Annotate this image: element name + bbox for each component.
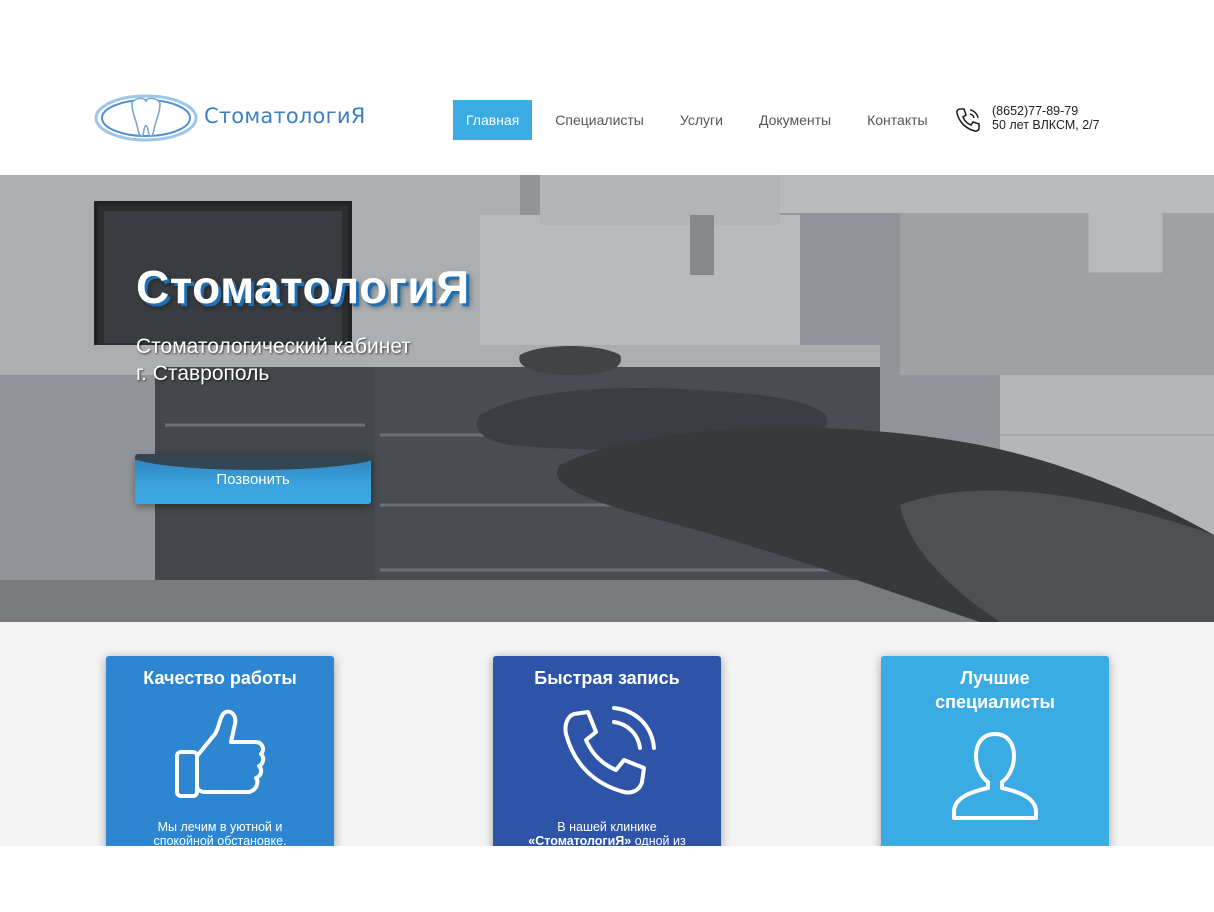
hero-banner: СтоматологиЯ Стоматологический кабинет г… bbox=[0, 175, 1214, 622]
nav-item-documents[interactable]: Документы bbox=[746, 100, 844, 140]
thumbs-up-icon bbox=[175, 709, 266, 798]
feature-card-specialists[interactable]: Лучшие специалисты bbox=[881, 656, 1109, 846]
feature-card-title: Качество работы bbox=[143, 668, 297, 688]
feature-card-title: Быстрая запись bbox=[534, 668, 680, 688]
nav-item-contacts[interactable]: Контакты bbox=[854, 100, 940, 140]
feature-card-title: Лучшие специалисты bbox=[935, 668, 1055, 712]
features-section: Качество работы Мы лечим в уютной и спок… bbox=[0, 622, 1214, 846]
feature-card-text-line2: спокойной обстановке. bbox=[153, 834, 287, 846]
main-nav: Главная Специалисты Услуги Документы Кон… bbox=[453, 100, 951, 140]
phone-icon bbox=[563, 706, 656, 795]
hero-subtitle-line2: г. Ставрополь bbox=[136, 362, 270, 385]
hero-title: СтоматологиЯ bbox=[136, 261, 470, 313]
header-phone[interactable]: (8652)77-89-79 bbox=[992, 104, 1100, 118]
phone-icon[interactable] bbox=[954, 106, 982, 134]
hero-subtitle: Стоматологический кабинет г. Ставрополь bbox=[136, 333, 411, 387]
page-bottom-area bbox=[0, 846, 1214, 912]
nav-item-services[interactable]: Услуги bbox=[667, 100, 736, 140]
logo[interactable]: СтоматологиЯ bbox=[94, 90, 384, 146]
site-header: СтоматологиЯ Главная Специалисты Услуги … bbox=[0, 0, 1214, 175]
call-button[interactable]: Позвонить bbox=[135, 454, 371, 504]
feature-card-text-line1: В нашей клинике bbox=[557, 820, 657, 834]
hero-background-image bbox=[0, 175, 1214, 622]
call-button-label: Позвонить bbox=[216, 470, 290, 488]
logo-text: СтоматологиЯ bbox=[204, 104, 366, 128]
feature-card-text-line2: «СтоматологиЯ» одной из bbox=[505, 834, 709, 846]
header-address: 50 лет ВЛКСМ, 2/7 bbox=[992, 118, 1100, 132]
feature-card-booking[interactable]: Быстрая запись В нашей клинике «Стоматол… bbox=[493, 656, 721, 846]
tooth-logo-icon bbox=[94, 94, 198, 142]
feature-card-brand: «СтоматологиЯ» bbox=[528, 834, 632, 846]
user-icon bbox=[952, 732, 1038, 820]
feature-card-text-line1: Мы лечим в уютной и bbox=[157, 820, 283, 834]
feature-card-quality[interactable]: Качество работы Мы лечим в уютной и спок… bbox=[106, 656, 334, 846]
nav-item-specialists[interactable]: Специалисты bbox=[542, 100, 657, 140]
hero-subtitle-line1: Стоматологический кабинет bbox=[136, 335, 411, 358]
nav-item-home[interactable]: Главная bbox=[453, 100, 533, 140]
header-contact: (8652)77-89-79 50 лет ВЛКСМ, 2/7 bbox=[954, 104, 1100, 134]
feature-card-text-rest: одной из bbox=[631, 834, 686, 846]
